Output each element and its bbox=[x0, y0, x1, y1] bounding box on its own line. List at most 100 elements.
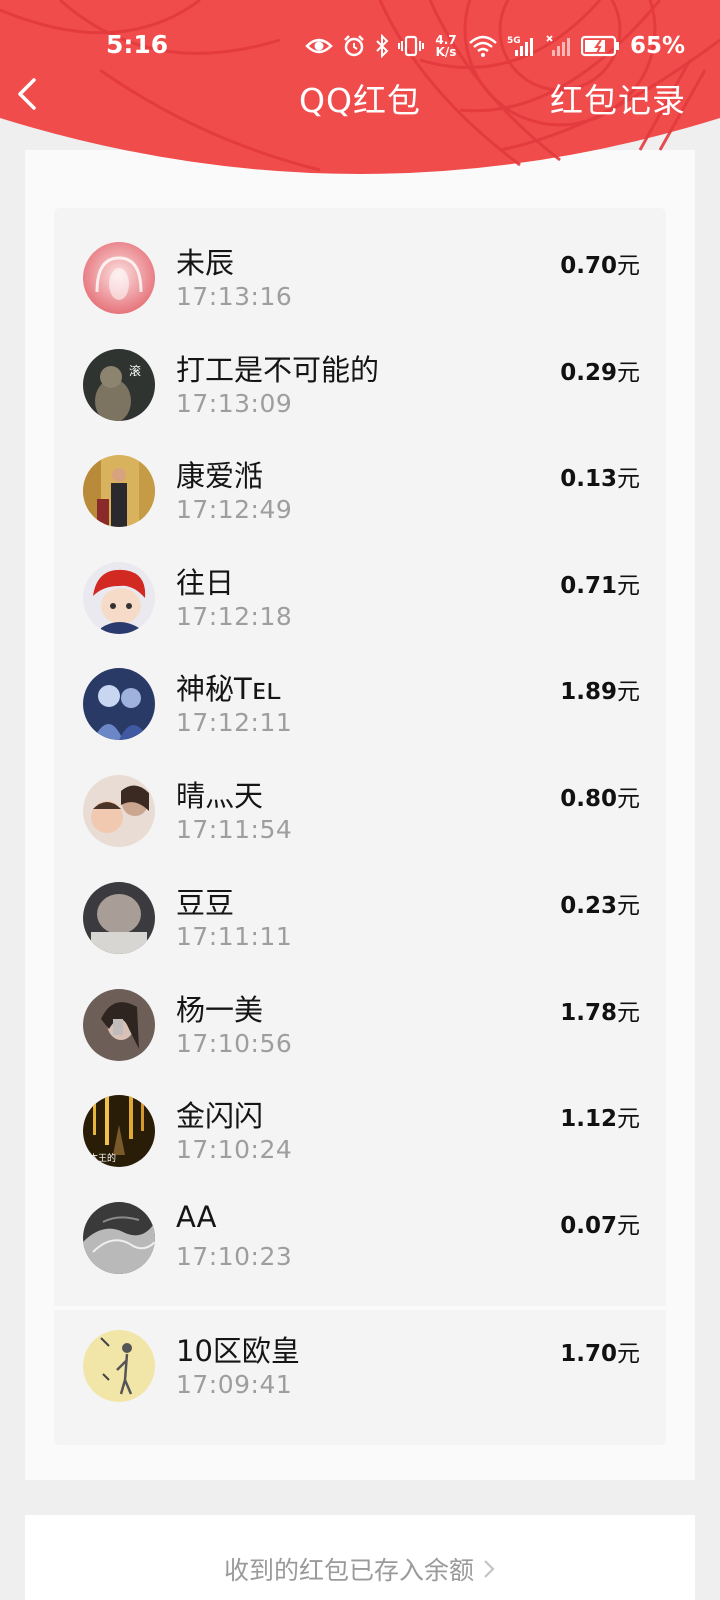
eye-icon bbox=[305, 38, 333, 54]
svg-text:5G: 5G bbox=[507, 36, 521, 46]
nav-bar: QQ红包 红包记录 bbox=[0, 70, 720, 120]
cellular-signal-2-icon bbox=[546, 35, 570, 56]
amount-unit: 元 bbox=[617, 1000, 640, 1026]
avatar bbox=[83, 989, 155, 1061]
amount-unit: 元 bbox=[617, 253, 640, 279]
list-item[interactable]: 晴灬天 17:11:54 0.80元 bbox=[54, 775, 666, 883]
avatar-caption: 滚 bbox=[129, 363, 141, 378]
amount-unit: 元 bbox=[617, 679, 640, 705]
status-time: 5:16 bbox=[106, 30, 169, 59]
cellular-signal-icon: 5G bbox=[507, 36, 533, 56]
list-item[interactable]: 神秘Tᴇʟ 17:12:11 1.89元 bbox=[54, 668, 666, 776]
amount-unit: 元 bbox=[617, 466, 640, 492]
list-item[interactable]: 10区欧皇 17:09:41 1.70元 bbox=[54, 1330, 666, 1438]
amount: 1.12元 bbox=[560, 1099, 640, 1133]
avatar bbox=[83, 882, 155, 954]
list-item[interactable]: 滚 打工是不可能的 17:13:09 0.29元 bbox=[54, 349, 666, 457]
amount: 0.70元 bbox=[560, 246, 640, 280]
avatar bbox=[83, 668, 155, 740]
avatar bbox=[83, 562, 155, 634]
amount: 0.23元 bbox=[560, 886, 640, 920]
list-item[interactable]: 杨一美 17:10:56 1.78元 bbox=[54, 989, 666, 1097]
received-time: 17:10:24 bbox=[176, 1135, 293, 1164]
battery-icon bbox=[581, 35, 619, 57]
red-packet-records-link[interactable]: 红包记录 bbox=[550, 74, 686, 122]
sender-name: 金闪闪 bbox=[176, 1099, 264, 1133]
sender-name: 往日 bbox=[176, 566, 235, 600]
avatar bbox=[83, 455, 155, 527]
amount-value: 1.12 bbox=[560, 1106, 617, 1132]
amount: 0.29元 bbox=[560, 353, 640, 387]
amount-unit: 元 bbox=[617, 1213, 640, 1239]
status-bar: 5:16 4.7 K/s 5G 65% bbox=[0, 30, 720, 62]
avatar bbox=[83, 242, 155, 314]
sender-name: AA bbox=[176, 1200, 217, 1234]
vibrate-icon bbox=[398, 35, 424, 57]
header: 5:16 4.7 K/s 5G 65% QQ红包 红包记录 bbox=[0, 0, 720, 185]
received-time: 17:12:18 bbox=[176, 602, 293, 631]
amount-value: 1.70 bbox=[560, 1341, 617, 1367]
amount: 0.07元 bbox=[560, 1206, 640, 1240]
battery-percentage: 65% bbox=[630, 33, 686, 59]
divider bbox=[54, 1306, 666, 1310]
amount-value: 0.23 bbox=[560, 893, 617, 919]
avatar bbox=[83, 1330, 155, 1402]
bluetooth-icon bbox=[376, 34, 389, 58]
status-icons: 4.7 K/s 5G 65% bbox=[305, 30, 685, 62]
avatar: 滚 bbox=[83, 349, 155, 421]
list-item[interactable]: 豆豆 17:11:11 0.23元 bbox=[54, 882, 666, 990]
net-speed-unit: K/s bbox=[435, 45, 457, 59]
balance-link-label: 收到的红包已存入余额 bbox=[223, 1556, 474, 1585]
amount-value: 0.13 bbox=[560, 466, 617, 492]
sender-name: 打工是不可能的 bbox=[176, 353, 380, 387]
amount-unit: 元 bbox=[617, 786, 640, 812]
amount-unit: 元 bbox=[617, 573, 640, 599]
list-item[interactable]: 本王的 金闪闪 17:10:24 1.12元 bbox=[54, 1095, 666, 1203]
alarm-icon bbox=[344, 35, 364, 57]
amount-unit: 元 bbox=[617, 893, 640, 919]
received-time: 17:11:11 bbox=[176, 922, 293, 951]
received-time: 17:13:09 bbox=[176, 389, 293, 418]
list-item[interactable]: 未辰 17:13:16 0.70元 bbox=[54, 242, 666, 350]
sender-name: 康爱湉 bbox=[176, 459, 264, 493]
amount-unit: 元 bbox=[617, 360, 640, 386]
amount-value: 0.71 bbox=[560, 573, 617, 599]
amount-value: 1.78 bbox=[560, 1000, 617, 1026]
wifi-icon bbox=[469, 35, 497, 57]
sender-name: 杨一美 bbox=[176, 993, 264, 1027]
avatar: 本王的 bbox=[83, 1095, 155, 1167]
sender-name: 神秘Tᴇʟ bbox=[176, 672, 281, 706]
chevron-right-icon bbox=[484, 1560, 495, 1578]
amount: 1.89元 bbox=[560, 672, 640, 706]
sender-name: 10区欧皇 bbox=[176, 1334, 300, 1368]
amount-value: 0.29 bbox=[560, 360, 617, 386]
received-time: 17:12:49 bbox=[176, 495, 293, 524]
received-time: 17:11:54 bbox=[176, 815, 293, 844]
received-time: 17:09:41 bbox=[176, 1370, 293, 1399]
balance-link[interactable]: 收到的红包已存入余额 bbox=[0, 1551, 720, 1587]
list-item[interactable]: AA 17:10:23 0.07元 bbox=[54, 1200, 666, 1310]
amount: 0.71元 bbox=[560, 566, 640, 600]
amount: 0.13元 bbox=[560, 459, 640, 493]
amount-value: 0.07 bbox=[560, 1213, 617, 1239]
amount-value: 0.80 bbox=[560, 786, 617, 812]
sender-name: 豆豆 bbox=[176, 886, 235, 920]
avatar bbox=[83, 775, 155, 847]
sender-name: 晴灬天 bbox=[176, 779, 264, 813]
received-time: 17:12:11 bbox=[176, 708, 293, 737]
net-speed: 4.7 K/s bbox=[433, 34, 459, 58]
received-time: 17:10:56 bbox=[176, 1029, 293, 1058]
amount-value: 1.89 bbox=[560, 679, 617, 705]
sender-name: 未辰 bbox=[176, 246, 235, 280]
amount-unit: 元 bbox=[617, 1106, 640, 1132]
avatar-caption: 本王的 bbox=[89, 1152, 116, 1164]
avatar bbox=[83, 1202, 155, 1274]
list-item[interactable]: 往日 17:12:18 0.71元 bbox=[54, 562, 666, 670]
amount: 1.70元 bbox=[560, 1334, 640, 1368]
received-time: 17:13:16 bbox=[176, 282, 293, 311]
received-time: 17:10:23 bbox=[176, 1242, 293, 1271]
amount-value: 0.70 bbox=[560, 253, 617, 279]
record-list: 未辰 17:13:16 0.70元 滚 打工是不可能的 17:13:09 0.2… bbox=[54, 208, 666, 1445]
list-item[interactable]: 康爱湉 17:12:49 0.13元 bbox=[54, 455, 666, 563]
amount: 1.78元 bbox=[560, 993, 640, 1027]
